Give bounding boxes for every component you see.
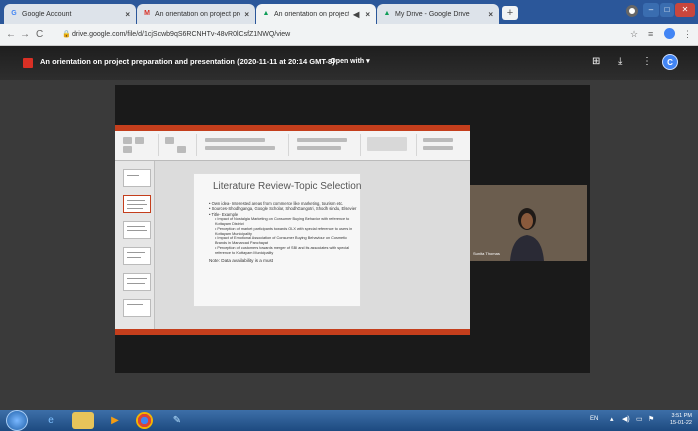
slide-thumbnail	[123, 169, 151, 187]
slide-sub-bullet: • Perception of customers towards merger…	[215, 246, 350, 255]
tab-drive-file[interactable]: ▲ An orientation on project pr ◀ ×	[256, 4, 376, 24]
account-avatar[interactable]: C	[662, 54, 678, 70]
ribbon-group	[161, 134, 197, 156]
viewer-toolbar: An orientation on project preparation an…	[0, 46, 698, 80]
google-icon: G	[11, 10, 17, 17]
file-title: An orientation on project preparation an…	[40, 57, 335, 66]
paint-icon[interactable]: ✎	[166, 412, 188, 429]
reload-icon[interactable]: C	[36, 29, 43, 40]
profile-icon[interactable]	[626, 5, 638, 17]
slide-canvas: Literature Review-Topic Selection • Own …	[193, 173, 361, 307]
slide-note: Note: Data availability is a must	[209, 257, 274, 263]
network-icon[interactable]: ▭	[636, 415, 643, 423]
slide-thumbnail	[123, 195, 151, 213]
more-options-icon[interactable]: ⋮	[642, 56, 652, 67]
url-field[interactable]: 🔒 drive.google.com/file/d/1cjScwb9qS6RCN…	[60, 27, 615, 43]
drive-icon: ▲	[383, 10, 391, 17]
ie-icon[interactable]: e	[40, 412, 62, 429]
forward-icon[interactable]: →	[20, 29, 30, 40]
chrome-icon[interactable]	[136, 412, 153, 429]
close-icon[interactable]: ×	[244, 10, 249, 19]
close-icon[interactable]: ×	[365, 10, 370, 19]
slide-sub-bullet: • Impact of Emotional Association of Con…	[215, 236, 347, 246]
clock[interactable]: 3:51 PM 15-01-22	[670, 413, 692, 427]
tab-label: Google Account	[22, 10, 72, 18]
menu-icon[interactable]: ⋮	[683, 29, 692, 40]
video-player[interactable]: Literature Review-Topic Selection • Own …	[115, 85, 590, 373]
back-icon[interactable]: ←	[6, 29, 16, 40]
volume-icon[interactable]: ◀)	[622, 415, 630, 423]
video-file-icon	[23, 58, 33, 68]
taskbar: e ▶ ✎ EN ▴ ◀) ▭ ⚑ 3:51 PM 15-01-22	[0, 410, 698, 431]
slide-sub-bullet: • Impact of Nostalgia Marketing on Consu…	[215, 217, 350, 227]
close-icon[interactable]: ×	[488, 10, 493, 19]
tab-gmail[interactable]: M An orientation on project prepar ×	[137, 4, 255, 24]
clock-time: 3:51 PM	[671, 413, 692, 419]
powerpoint-statusbar	[115, 329, 470, 335]
tab-my-drive[interactable]: ▲ My Drive - Google Drive ×	[377, 4, 499, 24]
slide-thumbnail	[123, 221, 151, 239]
tab-label: An orientation on project pr	[274, 10, 350, 18]
maximize-button[interactable]: □	[660, 3, 674, 17]
gmail-icon: M	[144, 10, 150, 17]
powerpoint-ribbon	[115, 131, 470, 161]
address-bar: ← → C 🔒 drive.google.com/file/d/1cjScwb9…	[0, 24, 698, 46]
close-window-button[interactable]: ✕	[675, 3, 695, 17]
audio-icon[interactable]: ◀	[353, 10, 359, 19]
flag-icon[interactable]: ⚑	[648, 415, 654, 423]
download-icon[interactable]: ⤓	[618, 56, 622, 67]
star-icon[interactable]: ☆	[630, 29, 638, 40]
tab-google-account[interactable]: G Google Account ×	[4, 4, 136, 24]
slide-thumbnails	[115, 161, 155, 329]
start-button[interactable]	[6, 410, 28, 431]
system-tray: EN ▴ ◀) ▭ ⚑ 3:51 PM 15-01-22	[588, 410, 698, 431]
slide-title: Literature Review-Topic Selection	[213, 181, 362, 192]
url-text: drive.google.com/file/d/1cjScwb9qS6RCNHT…	[72, 31, 291, 38]
slide-thumbnail	[123, 247, 151, 265]
language-indicator[interactable]: EN	[590, 416, 598, 422]
open-with-button[interactable]: Open with ▾	[325, 54, 375, 70]
participant-video	[510, 208, 544, 261]
shared-screen: Literature Review-Topic Selection • Own …	[115, 85, 470, 335]
ribbon-group	[363, 134, 417, 156]
clock-date: 15-01-22	[669, 420, 692, 426]
slide-thumbnail	[123, 273, 151, 291]
participant-camera: Sunita Thomas	[470, 185, 587, 261]
slide-body: • Own idea- Interested areas from commer…	[209, 201, 359, 263]
tab-strip: G Google Account × M An orientation on p…	[0, 0, 698, 24]
tab-label: An orientation on project prepar	[155, 10, 240, 18]
ribbon-group	[199, 134, 289, 156]
drive-icon: ▲	[262, 10, 270, 17]
ribbon-group	[119, 134, 159, 156]
slide-sub-bullet: • Perception of market participants towa…	[215, 226, 353, 236]
ribbon-group	[419, 134, 467, 156]
playlist-icon[interactable]: ≡	[648, 29, 653, 39]
open-with-label: Open with	[330, 58, 365, 65]
video-black-bar	[115, 85, 470, 125]
lock-icon: 🔒	[62, 31, 71, 38]
slide-thumbnail	[123, 299, 151, 317]
participant-name: Sunita Thomas	[473, 251, 500, 256]
close-icon[interactable]: ×	[125, 10, 130, 19]
new-tab-button[interactable]: +	[502, 6, 518, 20]
minimize-button[interactable]: –	[643, 3, 659, 17]
add-to-drive-icon[interactable]: ⊞	[592, 56, 600, 67]
tab-label: My Drive - Google Drive	[395, 10, 470, 18]
ribbon-group	[291, 134, 361, 156]
folder-icon[interactable]	[72, 412, 94, 429]
profile-avatar-icon[interactable]	[664, 28, 675, 39]
tray-arrow-icon[interactable]: ▴	[610, 415, 614, 423]
media-player-icon[interactable]: ▶	[104, 412, 126, 429]
